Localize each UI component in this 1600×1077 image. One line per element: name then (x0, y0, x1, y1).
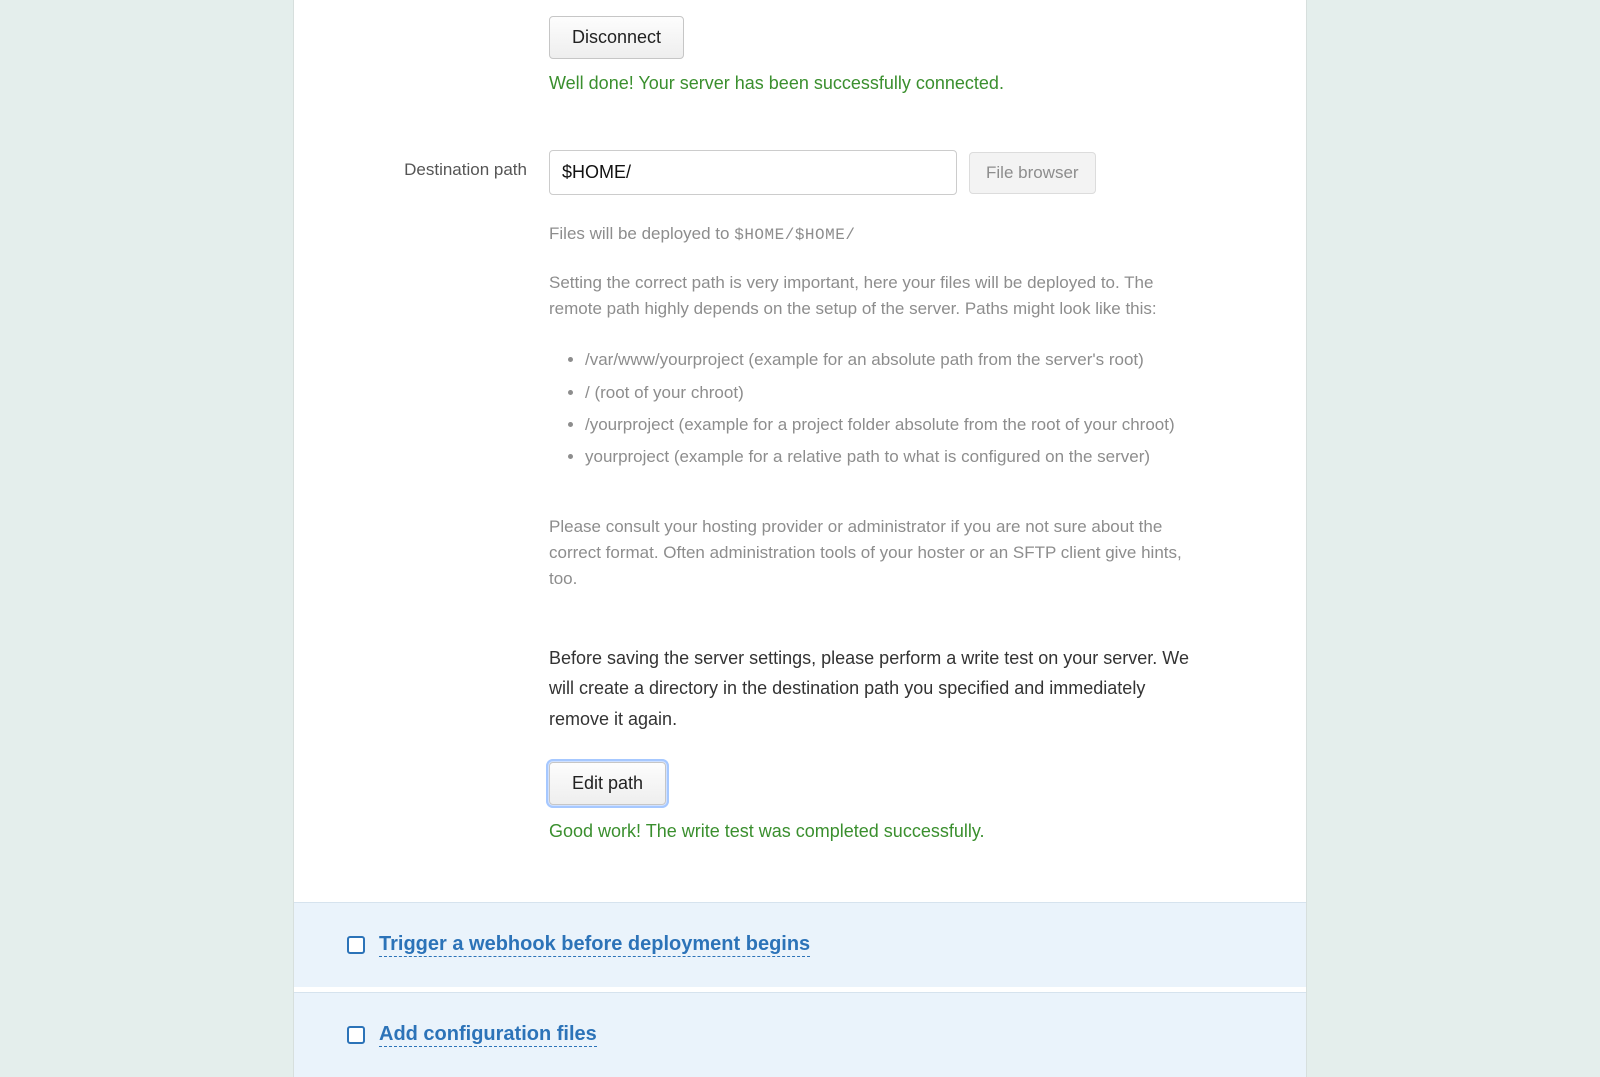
destination-help-intro: Setting the correct path is very importa… (549, 270, 1209, 323)
webhook-section-link[interactable]: Trigger a webhook before deployment begi… (379, 933, 810, 957)
disconnect-button[interactable]: Disconnect (549, 16, 684, 59)
path-examples-list: /var/www/yourproject (example for an abs… (549, 344, 1209, 473)
edit-path-row: Edit path (549, 762, 1209, 805)
write-test-success-message: Good work! The write test was completed … (549, 821, 1209, 842)
deploy-path-hint: Files will be deployed to $HOME/$HOME/ (549, 221, 1209, 248)
list-item: /var/www/yourproject (example for an abs… (585, 344, 1209, 376)
settings-panel: Disconnect Well done! Your server has be… (294, 0, 1306, 902)
connection-label-spacer (347, 16, 549, 26)
destination-path-input[interactable] (549, 150, 957, 195)
main-container: Disconnect Well done! Your server has be… (293, 0, 1307, 1077)
webhook-checkbox[interactable] (347, 936, 365, 954)
edit-path-button[interactable]: Edit path (549, 762, 666, 805)
config-files-section[interactable]: Add configuration files (294, 992, 1306, 1077)
webhook-section[interactable]: Trigger a webhook before deployment begi… (294, 902, 1306, 987)
deploy-hint-path: $HOME/$HOME/ (734, 226, 855, 244)
connection-field: Disconnect Well done! Your server has be… (549, 16, 1209, 94)
config-files-checkbox[interactable] (347, 1026, 365, 1044)
file-browser-button[interactable]: File browser (969, 152, 1096, 194)
destination-row: Destination path File browser Files will… (347, 150, 1253, 842)
config-files-section-link[interactable]: Add configuration files (379, 1023, 597, 1047)
list-item: /yourproject (example for a project fold… (585, 409, 1209, 441)
destination-input-row: File browser (549, 150, 1209, 195)
destination-label: Destination path (347, 150, 549, 180)
list-item: yourproject (example for a relative path… (585, 441, 1209, 473)
list-item: / (root of your chroot) (585, 377, 1209, 409)
connection-row: Disconnect Well done! Your server has be… (347, 16, 1253, 94)
deploy-hint-prefix: Files will be deployed to (549, 224, 734, 243)
destination-help-outro: Please consult your hosting provider or … (549, 514, 1209, 593)
write-test-info: Before saving the server settings, pleas… (549, 643, 1209, 735)
destination-field: File browser Files will be deployed to $… (549, 150, 1209, 842)
connection-success-message: Well done! Your server has been successf… (549, 73, 1209, 94)
